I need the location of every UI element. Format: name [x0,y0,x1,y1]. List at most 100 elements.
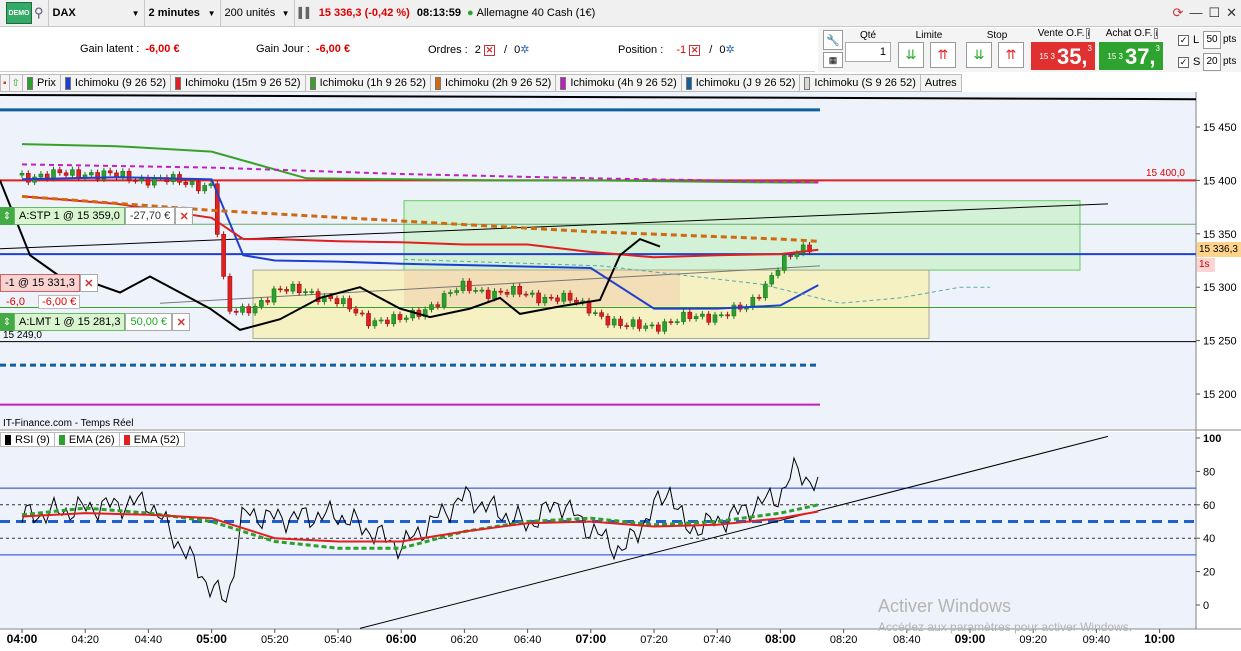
legend-item-4[interactable]: Ichimoku (2h 9 26 52) [430,74,557,92]
candle-body [290,283,296,292]
stop-buy-button[interactable]: ⇊ [966,42,992,68]
time-tick-label: 07:20 [640,634,668,646]
time-tick-label: 04:20 [71,634,99,646]
legend-item-7[interactable]: Ichimoku (S 9 26 52) [800,74,921,92]
candle-body [536,292,541,304]
stop-checkbox[interactable]: ✓ [1178,57,1189,68]
instrument-select[interactable]: DAX ▼ [49,0,145,27]
candle-body [529,292,535,295]
legend-swatch [804,76,811,90]
candle-body [618,318,623,326]
time-tick-label: 05:00 [196,632,227,646]
legend-item-3[interactable]: Ichimoku (1h 9 26 52) [305,74,431,92]
limit-buy-button[interactable]: ⇊ [898,42,924,68]
candle-body [574,299,579,303]
data-source-label: IT-Finance.com - Temps Réel [3,418,134,429]
quantity-input[interactable]: 1 [845,42,891,62]
buy-button[interactable]: 15 3 37, 3 [1099,42,1163,70]
candle-body [756,297,762,299]
gear-icon[interactable]: ✲ [520,44,529,56]
position-tag[interactable]: -1 @ 15 331,3 ✕ [0,274,98,292]
cancel-limit-icon[interactable]: ✕ [172,313,191,331]
drag-handle-icon[interactable]: ⇕ [0,207,14,225]
legend-label: Ichimoku (1h 9 26 52) [319,77,426,89]
pause-icon[interactable]: ▌▌ [299,8,313,19]
gain-jour-label: Gain Jour : [256,43,310,55]
refresh-icon[interactable]: ⟳ [1173,5,1184,21]
chart-settings-icon[interactable]: ⇧ [9,74,23,92]
candle-body [700,313,705,317]
close-icon[interactable]: ✕ [1226,5,1237,21]
price-chart[interactable]: 15 450 15 400 15 350 15 300 15 250 15 200 100 8… [0,92,1241,648]
candle-body [183,181,189,185]
candle-body [277,288,283,291]
limit-points-input[interactable]: 50 [1203,31,1221,49]
candle-body [611,318,617,326]
close-position-icon[interactable]: ✕ [689,44,701,56]
limit-checkbox[interactable]: ✓ [1178,35,1189,46]
time-tick-label: 06:00 [386,632,417,646]
legend-item-8[interactable]: Autres [920,74,962,92]
close-chart-icon[interactable]: ▪ [0,74,10,92]
ordres-count: 2 [474,44,481,56]
stop-sell-button[interactable]: ⇈ [998,42,1024,68]
legend-item-5[interactable]: Ichimoku (4h 9 26 52) [556,74,682,92]
candle-body [309,291,315,293]
limit-sell-button[interactable]: ⇈ [930,42,956,68]
indicator-legend: ▪ ⇧ Prix Ichimoku (9 26 52) Ichimoku (15m … [0,74,962,92]
candle-body [517,285,523,295]
limit-order-tag[interactable]: ⇕ A:LMT 1 @ 15 281,3 50,00 € ✕ [0,313,191,331]
time-tick-label: 08:20 [830,634,858,646]
cancel-orders-icon[interactable]: ✕ [483,44,495,56]
candle-body [655,324,661,332]
sell-button[interactable]: 15 3 35, 3 [1031,42,1095,70]
candle-body [769,275,775,285]
ordres-label: Ordres : [428,44,468,56]
candle-body [397,314,403,320]
gear-icon[interactable]: ✲ [725,44,734,56]
timeframe-select[interactable]: 2 minutes ▼ [145,0,221,27]
candle-body [731,304,737,317]
legend-item-0[interactable]: Prix [22,74,61,92]
candle-body [208,183,214,186]
gain-latent-value: -6,00 € [145,43,180,55]
stop-order-tag[interactable]: ⇕ A:STP 1 @ 15 359,0 -27,70 € ✕ [0,207,194,225]
legend-item-2[interactable]: Ichimoku (15m 9 26 52) [171,74,306,92]
legend-swatch [5,434,11,445]
timeframe-label: 2 minutes [148,7,200,19]
rsi-legend-item-1[interactable]: EMA (26) [54,432,120,447]
drag-handle-icon[interactable]: ⇕ [0,313,14,331]
stop-points-input[interactable]: 20 [1203,53,1221,71]
candle-body [347,298,352,310]
candle-body [38,173,44,178]
candle-body [706,313,712,323]
rsi-legend-item-0[interactable]: RSI (9) [0,432,55,447]
price-tick-label: 15 400 [1203,175,1237,187]
cancel-stop-icon[interactable]: ✕ [175,207,194,225]
candle-body [441,293,447,307]
candle-body [435,304,441,307]
candle-body [548,296,554,299]
rsi-tick-label: 100 [1203,433,1221,445]
legend-item-1[interactable]: Ichimoku (9 26 52) [60,74,171,92]
chart-area[interactable]: 15 450 15 400 15 350 15 300 15 250 15 200 100 8… [0,92,1241,648]
legend-item-6[interactable]: Ichimoku (J 9 26 52) [681,74,801,92]
units-select[interactable]: 200 unités ▼ [221,0,295,27]
link-icon[interactable]: ⚲ [34,5,44,21]
legend-label: EMA (52) [133,433,180,446]
quote-cell: ▌▌ 15 336,3 (-0,42 %) 08:13:59 ● Allemag… [295,0,600,27]
stop-label: Stop [986,30,1008,41]
time-tick-label: 06:20 [451,634,479,646]
minimize-icon[interactable]: — [1189,5,1202,21]
close-position-icon[interactable]: ✕ [79,274,98,292]
rsi-tick-label: 80 [1203,466,1215,478]
candle-body [750,297,756,308]
legend-swatch [58,434,65,445]
rsi-legend-item-2[interactable]: EMA (52) [119,432,185,447]
maximize-icon[interactable]: ☐ [1208,5,1220,21]
wrench-icon[interactable]: 🔧 [823,30,843,50]
candle-body [498,290,504,293]
keypad-icon[interactable]: ▦ [823,52,843,68]
buy-label: Achat O.F. i [1105,28,1159,39]
time-tick-label: 09:20 [1019,634,1047,646]
